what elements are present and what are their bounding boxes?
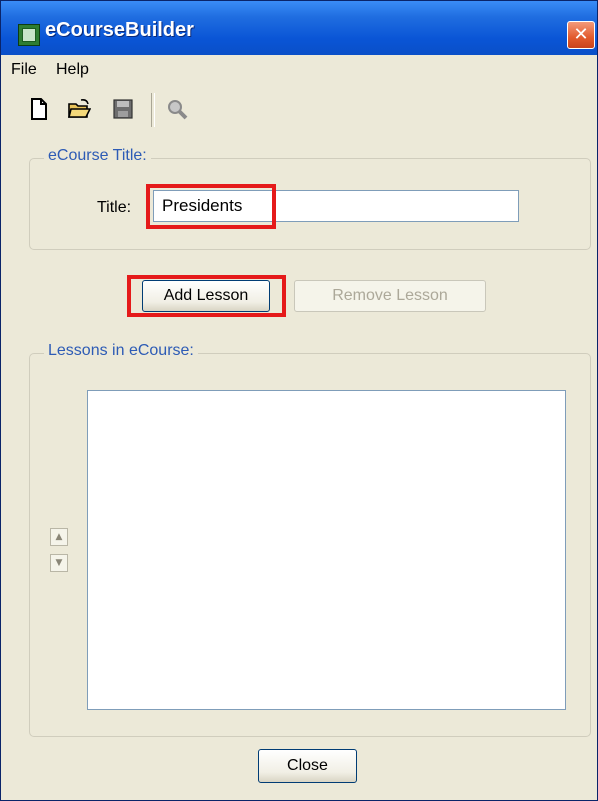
title-bar[interactable]: eCourseBuilder ✕ bbox=[1, 1, 597, 55]
course-title-group-label: eCourse Title: bbox=[44, 147, 151, 165]
window-close-button[interactable]: ✕ bbox=[567, 21, 595, 49]
open-folder-icon[interactable] bbox=[67, 97, 92, 121]
window-title: eCourseBuilder bbox=[45, 19, 194, 41]
add-lesson-button[interactable]: Add Lesson bbox=[142, 280, 270, 312]
search-icon[interactable] bbox=[165, 97, 189, 121]
app-window: eCourseBuilder ✕ File Help eCourse Title… bbox=[0, 0, 598, 801]
close-button[interactable]: Close bbox=[258, 749, 357, 783]
title-input[interactable] bbox=[153, 190, 519, 222]
menu-help[interactable]: Help bbox=[56, 61, 89, 79]
lessons-group-label: Lessons in eCourse: bbox=[44, 342, 198, 360]
toolbar bbox=[1, 85, 597, 135]
lessons-list[interactable] bbox=[87, 390, 566, 710]
new-document-icon[interactable] bbox=[27, 97, 51, 121]
toolbar-separator bbox=[151, 93, 155, 127]
menu-file[interactable]: File bbox=[11, 61, 37, 79]
remove-lesson-button[interactable]: Remove Lesson bbox=[294, 280, 486, 312]
save-icon[interactable] bbox=[111, 97, 135, 121]
move-down-button[interactable]: ▼ bbox=[50, 554, 68, 572]
app-logo-icon bbox=[18, 24, 40, 46]
title-field-label: Title: bbox=[97, 199, 132, 216]
move-up-button[interactable]: ▲ bbox=[50, 528, 68, 546]
menu-bar: File Help bbox=[1, 55, 597, 85]
